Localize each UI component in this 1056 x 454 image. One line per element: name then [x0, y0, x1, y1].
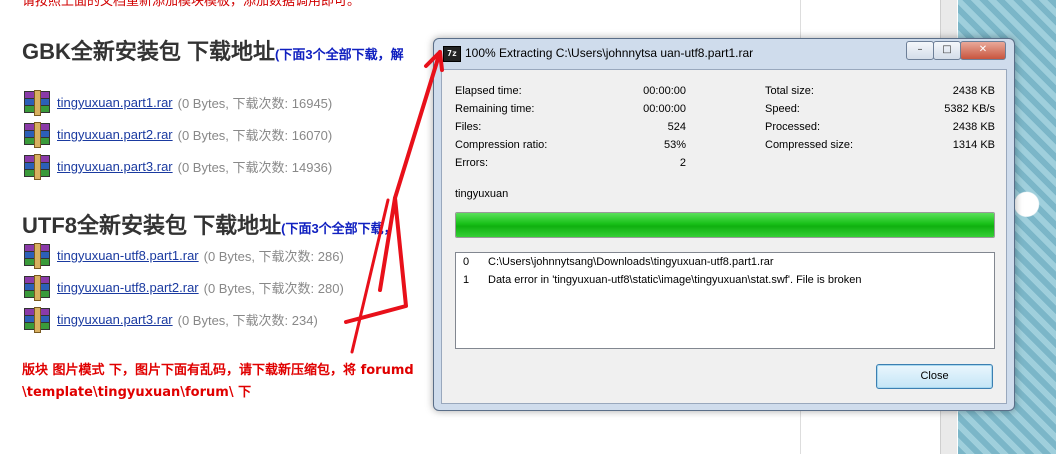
rar-archive-icon — [22, 242, 52, 269]
stat-value: 2 — [679, 157, 686, 169]
file-row: tingyuxuan.part2.rar (0 Bytes, 下载次数: 160… — [22, 120, 332, 148]
error-log-list[interactable]: 0 C:\Users\johnnytsang\Downloads\tingyux… — [455, 252, 995, 349]
progress-fill — [456, 213, 994, 237]
stat-value: 524 — [667, 121, 686, 133]
stat-label: Compressed size: — [765, 139, 854, 151]
file-meta: (0 Bytes, 下载次数: 16945) — [177, 95, 333, 111]
stat-value: 2438 KB — [952, 121, 995, 133]
top-note: 请按照上面的文档重新添加模块模板，添加数据调用即可。 — [22, 0, 361, 9]
close-window-button[interactable]: ✕ — [960, 41, 1006, 60]
dialog-titlebar[interactable]: 7z 100% Extracting C:\Users\johnnytsa ua… — [434, 39, 1014, 69]
file-meta: (0 Bytes, 下载次数: 14936) — [177, 159, 333, 175]
notice-line-2: \template\tingyuxuan\forum\ 下 — [22, 385, 252, 400]
stat-value: 53% — [663, 139, 686, 151]
stat-label: Remaining time: — [455, 103, 535, 115]
extract-progress-bar — [455, 212, 995, 238]
stat-value: 2438 KB — [952, 85, 995, 97]
extract-dialog: 7z 100% Extracting C:\Users\johnnytsa ua… — [433, 38, 1015, 411]
file-meta: (0 Bytes, 下载次数: 234) — [177, 312, 318, 328]
stat-value: 1314 KB — [952, 139, 995, 151]
gbk-subtitle: (下面3个全部下载，解 — [275, 47, 404, 62]
rar-archive-icon — [22, 153, 52, 180]
archive-name: tingyuxuan — [455, 188, 509, 200]
file-link[interactable]: tingyuxuan.part3.rar — [57, 312, 173, 327]
minimize-button[interactable]: – — [906, 41, 934, 60]
utf8-title: UTF8全新安装包 下载地址 — [22, 213, 282, 238]
rar-archive-icon — [22, 89, 52, 116]
stat-label: Errors: — [455, 157, 488, 169]
file-row: tingyuxuan-utf8.part2.rar (0 Bytes, 下载次数… — [22, 273, 344, 301]
file-row: tingyuxuan.part3.rar (0 Bytes, 下载次数: 234… — [22, 305, 318, 333]
file-row: tingyuxuan-utf8.part1.rar (0 Bytes, 下载次数… — [22, 241, 344, 269]
close-button[interactable]: Close — [876, 364, 993, 389]
utf8-section-title: UTF8全新安装包 下载地址(下面3个全部下载， — [22, 208, 397, 240]
file-meta: (0 Bytes, 下载次数: 280) — [203, 280, 344, 296]
log-message: Data error in 'tingyuxuan-utf8\static\im… — [488, 274, 862, 286]
stat-value: 00:00:00 — [643, 85, 686, 97]
file-row: tingyuxuan.part1.rar (0 Bytes, 下载次数: 169… — [22, 88, 332, 116]
stat-label: Files: — [455, 121, 482, 133]
file-link[interactable]: tingyuxuan.part2.rar — [57, 127, 173, 142]
stat-value: 5382 KB/s — [944, 103, 995, 115]
log-row[interactable]: 0 C:\Users\johnnytsang\Downloads\tingyux… — [456, 253, 994, 271]
rar-archive-icon — [22, 121, 52, 148]
dialog-title: 100% Extracting C:\Users\johnnytsa uan-u… — [465, 46, 754, 60]
file-meta: (0 Bytes, 下载次数: 286) — [203, 248, 344, 264]
dialog-body: Elapsed time: 00:00:00 Remaining time: 0… — [441, 69, 1007, 404]
stat-value: 00:00:00 — [643, 103, 686, 115]
file-meta: (0 Bytes, 下载次数: 16070) — [177, 127, 333, 143]
file-link[interactable]: tingyuxuan-utf8.part2.rar — [57, 280, 199, 295]
file-link[interactable]: tingyuxuan-utf8.part1.rar — [57, 248, 199, 263]
log-index: 0 — [463, 256, 470, 268]
file-link[interactable]: tingyuxuan.part3.rar — [57, 159, 173, 174]
7zip-app-icon: 7z — [443, 46, 461, 62]
stat-label: Speed: — [765, 103, 800, 115]
stat-label: Processed: — [765, 121, 821, 133]
maximize-button[interactable]: □ — [933, 41, 961, 60]
notice-line-1: 版块 图片模式 下，图片下面有乱码，请下载新压缩包，将 forumd — [22, 363, 414, 378]
stat-label: Elapsed time: — [455, 85, 522, 97]
log-message: C:\Users\johnnytsang\Downloads\tingyuxua… — [488, 256, 774, 268]
gbk-title: GBK全新安装包 下载地址 — [22, 39, 276, 64]
rar-archive-icon — [22, 306, 52, 333]
utf8-subtitle: (下面3个全部下载， — [281, 221, 397, 236]
file-link[interactable]: tingyuxuan.part1.rar — [57, 95, 173, 110]
rar-archive-icon — [22, 274, 52, 301]
file-row: tingyuxuan.part3.rar (0 Bytes, 下载次数: 149… — [22, 152, 332, 180]
log-index: 1 — [463, 274, 470, 286]
stat-label: Total size: — [765, 85, 814, 97]
stat-label: Compression ratio: — [455, 139, 548, 151]
log-row[interactable]: 1 Data error in 'tingyuxuan-utf8\static\… — [456, 271, 994, 289]
gbk-section-title: GBK全新安装包 下载地址(下面3个全部下载，解 — [22, 34, 404, 66]
